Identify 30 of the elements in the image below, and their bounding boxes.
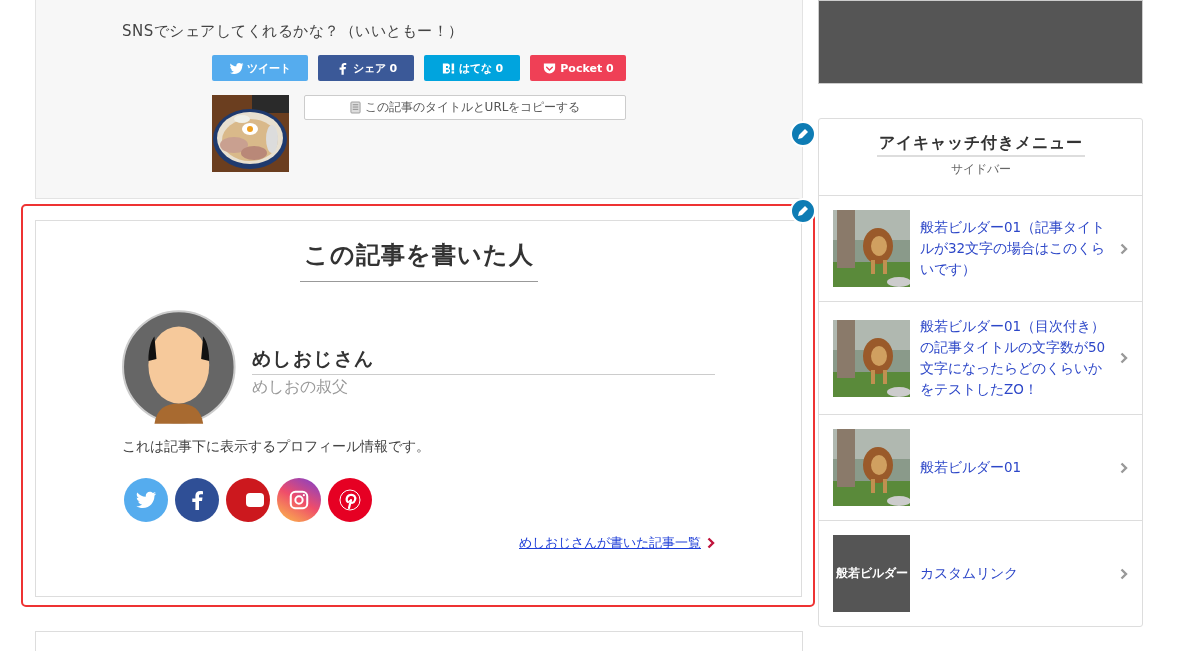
chevron-icon [1120, 242, 1128, 255]
share-button[interactable]: Pocket 0 [530, 55, 626, 81]
author-bio: これは記事下に表示するプロフィール情報です。 [122, 438, 431, 457]
widget-subtitle: サイドバー [950, 161, 1011, 178]
bird-icon [229, 60, 244, 76]
pinterest-icon[interactable] [328, 478, 372, 523]
share-prompt: SNSでシェアしてくれるかな？（いいともー！） [122, 22, 465, 41]
chevron-icon [1120, 461, 1128, 474]
articles-link[interactable]: めしおじさんが書いた記事一覧 [519, 534, 701, 553]
chevron-icon [1120, 352, 1128, 364]
share-button[interactable]: シェア 0 [318, 55, 414, 81]
edit-icon[interactable] [790, 121, 816, 147]
menu-item[interactable]: 般若ビルダー01 [819, 415, 1142, 521]
thumbnail-label: 般若ビルダー [833, 535, 910, 612]
facebook-icon[interactable] [175, 478, 219, 523]
edit-icon[interactable] [790, 198, 816, 224]
copy-button[interactable]: この記事のタイトルとURLをコピーする [304, 95, 626, 120]
author-role: めしおの叔父 [251, 377, 349, 399]
author-heading: この記事を書いた人 [299, 239, 538, 283]
menu-item[interactable]: 般若ビルダー01（目次付き）の記事タイトルの文字数が50文字になったらどのくらいかをテストしたZO！ [819, 302, 1142, 415]
instagram-icon[interactable] [277, 478, 321, 523]
bird-icon[interactable] [124, 478, 168, 523]
widget-title: アイキャッチ付きメニュー [876, 133, 1085, 157]
chevron-icon [1120, 567, 1128, 580]
menu-item[interactable]: 般若ビルダー カスタムリンク [819, 521, 1142, 626]
author-name: めしおじさん [251, 346, 715, 376]
menu-item[interactable]: 般若ビルダー01（記事タイトルが32文字の場合はこのくらいです） [819, 196, 1142, 302]
document-icon [349, 101, 361, 114]
chevron-icon [707, 537, 715, 550]
youtube-icon[interactable] [226, 478, 270, 523]
